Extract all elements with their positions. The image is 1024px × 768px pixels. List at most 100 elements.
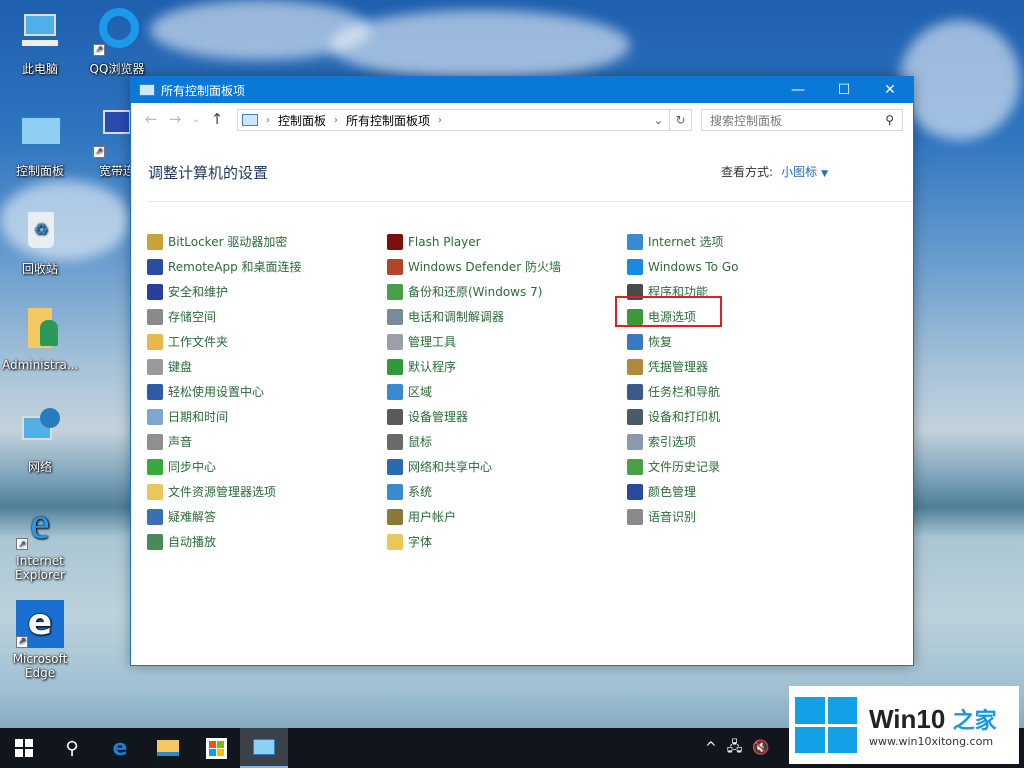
control-panel-item-label: 日期和时间 xyxy=(168,410,229,424)
control-panel-item[interactable]: 疑难解答 xyxy=(147,504,302,529)
watermark: Win10 之家 www.win10xitong.com xyxy=(789,686,1019,764)
start-button[interactable] xyxy=(0,728,48,768)
address-bar[interactable]: › 控制面板 › 所有控制面板项 › ⌄ xyxy=(237,109,670,131)
maximize-button[interactable]: ☐ xyxy=(821,77,867,103)
control-panel-item[interactable]: 键盘 xyxy=(147,354,302,379)
control-panel-item[interactable]: 自动播放 xyxy=(147,529,302,554)
store-icon xyxy=(205,737,227,759)
bitlocker-icon xyxy=(147,233,163,250)
control-panel-item-label: 网络和共享中心 xyxy=(408,460,493,474)
fonts-icon xyxy=(387,533,403,550)
desktop-icon-internet-explorer[interactable]: e ↗ Internet Explorer xyxy=(2,502,78,583)
refresh-button[interactable]: ↻ xyxy=(670,109,692,131)
control-panel-item[interactable]: 凭据管理器 xyxy=(627,354,738,379)
file-explorer-button[interactable] xyxy=(144,728,192,768)
desktop-icon-label: 回收站 xyxy=(21,262,58,276)
control-panel-item-label: 字体 xyxy=(408,535,433,549)
control-panel-item[interactable]: 同步中心 xyxy=(147,454,302,479)
control-panel-item[interactable]: 日期和时间 xyxy=(147,404,302,429)
control-panel-item[interactable]: RemoteApp 和桌面连接 xyxy=(147,254,302,279)
breadcrumb-control-panel[interactable]: 控制面板 xyxy=(278,112,326,129)
view-by-value[interactable]: 小图标 xyxy=(781,165,817,179)
control-panel-icon xyxy=(16,110,64,158)
control-panel-item-label: 电话和调制解调器 xyxy=(408,310,505,324)
control-panel-item[interactable]: 系统 xyxy=(387,479,561,504)
control-panel-item[interactable]: Internet 选项 xyxy=(627,229,738,254)
control-panel-item[interactable]: 存储空间 xyxy=(147,304,302,329)
control-panel-item[interactable]: 工作文件夹 xyxy=(147,329,302,354)
desktop-icon-control-panel[interactable]: 控制面板 xyxy=(2,110,78,179)
title-bar[interactable]: 所有控制面板项 — ☐ ✕ xyxy=(131,77,913,103)
control-panel-item[interactable]: 任务栏和导航 xyxy=(627,379,738,404)
control-panel-item[interactable]: 索引选项 xyxy=(627,429,738,454)
control-panel-item[interactable]: 语音识别 xyxy=(627,504,738,529)
desktop-icon-network[interactable]: 网络 xyxy=(2,406,78,475)
recent-locations-button[interactable]: ⌄ xyxy=(187,114,205,125)
control-panel-item[interactable]: 区域 xyxy=(387,379,561,404)
control-panel-item[interactable]: 声音 xyxy=(147,429,302,454)
breadcrumb-all-items[interactable]: 所有控制面板项 xyxy=(346,112,430,129)
control-panel-item-label: Flash Player xyxy=(408,234,481,249)
control-panel-item[interactable]: 文件历史记录 xyxy=(627,454,738,479)
chevron-down-icon[interactable]: ⌄ xyxy=(654,114,663,127)
clock-icon xyxy=(147,408,163,425)
control-panel-item[interactable]: Windows Defender 防火墙 xyxy=(387,254,561,279)
watermark-brand: Win10 之家 xyxy=(869,703,997,735)
desktop-icon-this-pc[interactable]: 此电脑 xyxy=(2,8,78,77)
control-panel-item[interactable]: 轻松使用设置中心 xyxy=(147,379,302,404)
control-panel-item[interactable]: 颜色管理 xyxy=(627,479,738,504)
control-panel-item[interactable]: 设备和打印机 xyxy=(627,404,738,429)
folder-icon xyxy=(157,740,179,756)
control-panel-item-label: 系统 xyxy=(408,485,433,499)
control-panel-item[interactable]: 备份和还原(Windows 7) xyxy=(387,279,561,304)
desktop-icon-qq-browser[interactable]: ↗ QQ浏览器 xyxy=(79,8,155,77)
chevron-right-icon[interactable]: › xyxy=(438,115,442,126)
indexing-icon xyxy=(627,433,643,450)
control-panel-item[interactable]: 安全和维护 xyxy=(147,279,302,304)
control-panel-item[interactable]: BitLocker 驱动器加密 xyxy=(147,229,302,254)
control-panel-item[interactable]: 默认程序 xyxy=(387,354,561,379)
up-button[interactable]: ↑ xyxy=(205,110,229,128)
control-panel-item[interactable]: 管理工具 xyxy=(387,329,561,354)
work-folder-icon xyxy=(147,333,163,350)
chevron-up-icon[interactable]: ^ xyxy=(705,740,717,756)
control-panel-item[interactable]: 用户帐户 xyxy=(387,504,561,529)
control-panel-item-label: 文件历史记录 xyxy=(648,460,721,474)
control-panel-item[interactable]: 设备管理器 xyxy=(387,404,561,429)
control-panel-item[interactable]: Windows To Go xyxy=(627,254,738,279)
control-panel-window: 所有控制面板项 — ☐ ✕ ← → ⌄ ↑ › 控制面板 › 所有控制面板项 ›… xyxy=(130,76,914,666)
control-panel-icon xyxy=(139,84,155,96)
user-accounts-icon xyxy=(387,508,403,525)
desktop-icon-label: 网络 xyxy=(27,460,52,474)
taskbar-icon xyxy=(627,383,643,400)
store-button[interactable] xyxy=(192,728,240,768)
flash-icon xyxy=(387,233,403,250)
control-panel-item[interactable]: 网络和共享中心 xyxy=(387,454,561,479)
view-by[interactable]: 查看方式: 小图标 ▼ xyxy=(721,163,828,180)
control-panel-item[interactable]: Flash Player xyxy=(387,229,561,254)
forward-button[interactable]: → xyxy=(163,110,187,128)
minimize-button[interactable]: — xyxy=(775,77,821,103)
control-panel-item[interactable]: 字体 xyxy=(387,529,561,554)
search-input[interactable]: 搜索控制面板 ⚲ xyxy=(701,109,903,131)
control-panel-item[interactable]: 恢复 xyxy=(627,329,738,354)
search-button[interactable]: ⚲ xyxy=(48,728,96,768)
edge-icon: e xyxy=(112,735,128,761)
desktop-icon-edge[interactable]: e ↗ Microsoft Edge xyxy=(2,600,78,680)
control-panel-item[interactable]: 鼠标 xyxy=(387,429,561,454)
desktop-icon-label: Microsoft Edge xyxy=(12,652,68,680)
caret-down-icon[interactable]: ▼ xyxy=(821,169,828,179)
control-panel-item-label: 声音 xyxy=(168,435,193,449)
back-button[interactable]: ← xyxy=(139,110,163,128)
control-panel-item[interactable]: 电话和调制解调器 xyxy=(387,304,561,329)
control-panel-item-label: Windows Defender 防火墙 xyxy=(408,260,561,274)
volume-muted-icon[interactable]: 🔇 xyxy=(752,740,769,756)
desktop-icon-recycle-bin[interactable]: ♻ 回收站 xyxy=(2,208,78,277)
desktop-icon-administrator[interactable]: Administra... xyxy=(2,306,78,372)
control-panel-taskbar-button[interactable] xyxy=(240,728,288,768)
close-button[interactable]: ✕ xyxy=(867,77,913,103)
network-icon[interactable]: 🖧 xyxy=(727,736,743,760)
edge-taskbar-button[interactable]: e xyxy=(96,728,144,768)
control-panel-item[interactable]: 文件资源管理器选项 xyxy=(147,479,302,504)
control-panel-item-label: 管理工具 xyxy=(408,335,457,349)
